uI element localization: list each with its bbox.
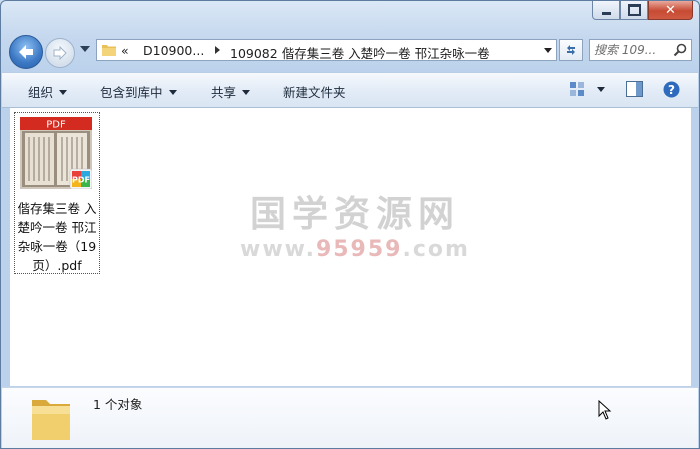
refresh-icon	[567, 45, 575, 55]
maximize-button[interactable]	[620, 1, 648, 20]
include-in-library-menu[interactable]: 包含到库中	[100, 82, 177, 101]
watermark-url-prefix: www.	[240, 237, 316, 262]
recent-pages-dropdown[interactable]	[80, 46, 90, 52]
folder-icon	[32, 400, 70, 440]
maximize-icon	[627, 4, 641, 16]
svg-text:?: ?	[668, 83, 675, 97]
minimize-button[interactable]	[592, 1, 620, 20]
breadcrumb-item[interactable]: 109082 偕存集三卷 入楚吟一卷 邗江杂咏一卷	[230, 43, 490, 62]
minimize-icon	[601, 11, 611, 15]
breadcrumb-item[interactable]: D10900...	[143, 43, 204, 58]
new-folder-label: 新建文件夹	[283, 85, 346, 100]
preview-pane-icon[interactable]	[626, 81, 643, 97]
forward-button[interactable]	[45, 38, 75, 68]
refresh-button[interactable]	[559, 39, 583, 61]
close-button[interactable]: ✕	[648, 1, 693, 20]
watermark-url: www.95959.com	[240, 237, 470, 263]
search-input[interactable]	[594, 41, 670, 59]
watermark-url-highlight: 95959	[315, 237, 403, 262]
address-dropdown-icon[interactable]	[544, 48, 552, 53]
details-pane: 1 个对象	[2, 387, 698, 448]
explorer-window: ✕ « D10900... 109082 偕存集三卷 入楚吟一卷 邗江杂咏一卷	[0, 0, 700, 449]
organize-label: 组织	[28, 85, 54, 100]
share-menu[interactable]: 共享	[211, 82, 251, 101]
dropdown-arrow-icon	[59, 90, 68, 95]
pdf-header-label: PDF	[46, 120, 66, 131]
help-icon[interactable]: ?	[663, 81, 680, 98]
search-icon[interactable]	[673, 43, 687, 57]
back-button[interactable]	[9, 35, 43, 69]
breadcrumb-overflow[interactable]: «	[121, 43, 129, 58]
item-count-label: 1 个对象	[93, 397, 143, 412]
arrow-right-icon	[53, 46, 67, 60]
new-folder-button[interactable]: 新建文件夹	[283, 82, 346, 101]
watermark-title: 国学资源网	[249, 194, 460, 235]
mouse-cursor-icon	[598, 400, 612, 420]
pdf-badge-label: PDF	[72, 176, 90, 185]
address-bar[interactable]: « D10900... 109082 偕存集三卷 入楚吟一卷 邗江杂咏一卷	[96, 39, 557, 61]
file-item[interactable]: PDF PDF 偕存集三卷 入楚吟一卷 邗江杂咏一卷（19页）.pdf	[14, 112, 100, 274]
watermark-url-suffix: .com	[402, 237, 470, 262]
file-list-view[interactable]: PDF PDF 偕存集三卷 入楚吟一卷 邗江杂咏一卷（19页）.pdf 国学资源…	[10, 108, 691, 386]
view-dropdown-icon[interactable]	[597, 87, 605, 92]
dropdown-arrow-icon	[242, 90, 251, 95]
pdf-thumbnail-icon: PDF PDF	[20, 117, 92, 189]
close-icon: ✕	[665, 2, 676, 18]
share-label: 共享	[211, 85, 237, 100]
dropdown-arrow-icon	[168, 90, 177, 95]
arrow-left-icon	[19, 45, 33, 59]
include-in-library-label: 包含到库中	[100, 85, 163, 100]
folder-icon	[102, 45, 116, 56]
navigation-bar: « D10900... 109082 偕存集三卷 入楚吟一卷 邗江杂咏一卷	[1, 32, 699, 70]
organize-menu[interactable]: 组织	[28, 82, 68, 101]
view-options-icon[interactable]	[569, 81, 585, 97]
watermark: 国学资源网 www.95959.com	[240, 193, 470, 263]
breadcrumb-chevron-icon[interactable]	[215, 46, 220, 54]
file-name-label[interactable]: 偕存集三卷 入楚吟一卷 邗江杂咏一卷（19页）.pdf	[15, 199, 99, 275]
command-bar: 组织 包含到库中 共享 新建文件夹 ?	[2, 72, 698, 108]
search-box[interactable]	[589, 39, 692, 61]
caption-buttons: ✕	[592, 1, 693, 20]
